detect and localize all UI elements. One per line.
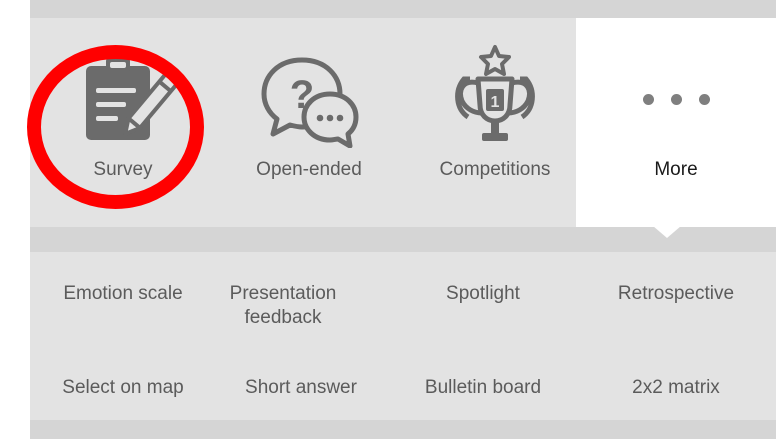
tile-more[interactable]: More	[576, 18, 776, 227]
tile-more-label: More	[654, 159, 698, 180]
bottom-divider	[30, 420, 776, 439]
option-bulletin-board[interactable]: Bulletin board	[390, 376, 576, 400]
option-select-on-map[interactable]: Select on map	[30, 376, 216, 400]
clipboard-pencil-icon	[30, 38, 216, 158]
svg-text:1: 1	[491, 94, 500, 111]
option-2x2-matrix[interactable]: 2x2 matrix	[576, 376, 776, 400]
option-short-answer[interactable]: Short answer	[208, 376, 394, 400]
option-retrospective[interactable]: Retrospective	[576, 282, 776, 306]
question-type-picker: Survey ? Open-ended 1 Competitions More …	[0, 0, 776, 439]
tile-competitions-label: Competitions	[439, 159, 551, 180]
tile-open-ended[interactable]: ? Open-ended	[216, 18, 402, 227]
more-options-panel: Emotion scale Presentation feedback Spot…	[30, 252, 776, 420]
option-presentation-feedback[interactable]: Presentation feedback	[202, 282, 364, 330]
tile-open-ended-label: Open-ended	[256, 159, 362, 180]
dot	[670, 93, 682, 105]
dot	[642, 93, 654, 105]
option-spotlight[interactable]: Spotlight	[390, 282, 576, 306]
option-emotion-scale[interactable]: Emotion scale	[30, 282, 216, 306]
tile-competitions[interactable]: 1 Competitions	[402, 18, 588, 227]
dot	[698, 93, 710, 105]
speech-bubbles-question-icon: ?	[216, 38, 402, 158]
more-dots-icon	[576, 38, 776, 158]
question-type-row: Survey ? Open-ended 1 Competitions More	[30, 18, 776, 227]
top-divider	[30, 0, 776, 18]
selected-pointer	[653, 226, 681, 238]
tile-survey-label: Survey	[93, 159, 153, 180]
tile-survey[interactable]: Survey	[30, 18, 216, 227]
trophy-star-icon: 1	[402, 38, 588, 158]
